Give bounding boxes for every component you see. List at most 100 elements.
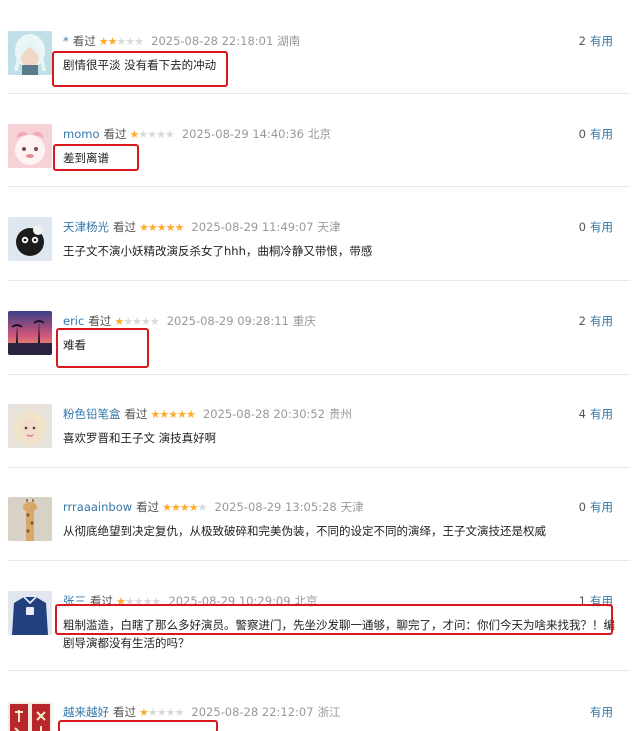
watched-label: 看过 (103, 127, 127, 141)
vote-area: 有用 (586, 702, 613, 722)
giraffe-avatar[interactable] (8, 497, 52, 541)
black-cat-avatar[interactable] (8, 217, 52, 261)
comment-location: 北京 (308, 127, 331, 141)
comment-text: 从彻底绝望到决定复仇，从极致破碎和完美伪装，不同的设定不同的演绎，王子文演技还是… (63, 524, 546, 538)
comment-item: 粉色铅笔盒 看过 ★★★★★ 2025-08-28 20:30:52 贵州 4 … (0, 404, 640, 468)
star-icon: ★ (179, 500, 190, 514)
comment-location: 天津 (317, 220, 341, 234)
star-icon: ★ (139, 220, 149, 234)
rating-stars: ★★★★★ (114, 314, 160, 328)
star-icon: ★ (156, 705, 167, 719)
star-icon: ★ (114, 314, 124, 328)
star-icon: ★ (188, 500, 199, 514)
vote-area: 4 有用 (579, 404, 613, 424)
comment-item: rrraaainbow 看过 ★★★★★ 2025-08-29 13:05:28… (0, 497, 640, 561)
comment-location: 贵州 (329, 407, 353, 421)
comment-location: 湖南 (277, 34, 301, 48)
comment-location: 天津 (340, 500, 364, 514)
star-icon: ★ (159, 407, 169, 421)
blonde-girl-avatar[interactable] (8, 404, 52, 448)
comment-meta: momo 看过 ★★★★★ 2025-08-29 14:40:36 北京 (63, 124, 331, 144)
useful-button[interactable]: 有用 (590, 126, 613, 142)
watched-label: 看过 (113, 220, 136, 234)
star-icon: ★ (98, 34, 109, 48)
comment-time: 2025-08-28 22:18:01 (151, 34, 274, 48)
comment-text: 喜欢罗晋和王子文 演技真好啊 (63, 431, 217, 445)
vote-area: 0 有用 (579, 124, 613, 144)
vote-count: 2 (578, 34, 586, 48)
vote-count: 2 (578, 314, 586, 328)
vote-count: 0 (578, 500, 586, 514)
useful-button[interactable]: 有用 (590, 499, 613, 515)
comment-time: 2025-08-29 13:05:28 (214, 500, 337, 514)
comment-time: 2025-08-28 20:30:52 (202, 407, 326, 421)
rating-stars: ★★★★★ (151, 407, 196, 421)
vote-count: 0 (578, 220, 586, 234)
star-icon: ★ (165, 705, 176, 719)
star-icon: ★ (147, 220, 158, 234)
comment-time: 2025-08-28 22:12:07 (191, 705, 314, 719)
useful-button[interactable]: 有用 (590, 704, 613, 720)
star-icon: ★ (132, 314, 142, 328)
username-link[interactable]: eric (63, 314, 84, 328)
vote-area: 0 有用 (579, 497, 613, 517)
comment-item: 张三 看过 ★★★★★ 2025-08-29 10:29:09 北京 1 有用 … (0, 591, 640, 671)
highlight-box (56, 328, 149, 368)
star-icon: ★ (125, 34, 135, 48)
comment-meta: rrraaainbow 看过 ★★★★★ 2025-08-29 13:05:28… (63, 497, 364, 517)
star-icon: ★ (149, 314, 160, 328)
comment-list: * 看过 ★★★★★ 2025-08-28 22:18:01 湖南 2 有用 剧… (0, 0, 640, 731)
username-link[interactable]: 天津杨光 (63, 219, 109, 235)
username-link[interactable]: * (63, 34, 69, 48)
rating-stars: ★★★★★ (162, 500, 208, 514)
star-icon: ★ (162, 500, 172, 514)
star-icon: ★ (156, 127, 166, 141)
red-calligraphy-avatar[interactable] (8, 702, 52, 731)
star-icon: ★ (197, 500, 208, 514)
star-icon: ★ (164, 127, 175, 141)
useful-button[interactable]: 有用 (590, 219, 613, 235)
vote-count: 0 (578, 127, 586, 141)
star-icon: ★ (140, 314, 151, 328)
useful-button[interactable]: 有用 (590, 313, 613, 329)
comment-item: momo 看过 ★★★★★ 2025-08-29 14:40:36 北京 0 有… (0, 124, 640, 187)
star-icon: ★ (123, 314, 133, 328)
star-icon: ★ (107, 34, 118, 48)
comment-meta: * 看过 ★★★★★ 2025-08-28 22:18:01 湖南 (63, 31, 300, 51)
star-icon: ★ (168, 407, 178, 421)
watched-label: 看过 (124, 407, 148, 421)
comment-meta: 越来越好 看过 ★★★★★ 2025-08-28 22:12:07 浙江 (63, 702, 341, 722)
comment-text: 差到离谱 (63, 151, 109, 165)
white-hair-girl-avatar[interactable] (8, 31, 52, 75)
highlight-box (53, 144, 139, 171)
pink-cartoon-avatar[interactable] (8, 124, 52, 168)
star-icon: ★ (165, 220, 176, 234)
username-link[interactable]: 越来越好 (63, 704, 109, 720)
star-icon: ★ (186, 407, 196, 421)
rating-stars: ★★★★★ (139, 705, 185, 719)
star-icon: ★ (177, 407, 187, 421)
useful-button[interactable]: 有用 (590, 406, 613, 422)
comment-time: 2025-08-29 11:49:07 (191, 220, 314, 234)
comment-item: 越来越好 看过 ★★★★★ 2025-08-28 22:12:07 浙江 有用 (0, 702, 640, 731)
sunset-avatar[interactable] (8, 311, 52, 355)
useful-button[interactable]: 有用 (590, 33, 613, 49)
blue-shirt-avatar[interactable] (8, 591, 52, 635)
comment-text: 王子文不演小妖精改演反杀女了hhh，曲桐冷静又带恨，带感 (63, 244, 373, 258)
star-icon: ★ (174, 705, 185, 719)
star-icon: ★ (174, 220, 185, 234)
comment-meta: 天津杨光 看过 ★★★★★ 2025-08-29 11:49:07 天津 (63, 217, 341, 237)
comment-time: 2025-08-29 14:40:36 (181, 127, 304, 141)
watched-label: 看过 (136, 500, 160, 514)
comment-meta: 粉色铅笔盒 看过 ★★★★★ 2025-08-28 20:30:52 贵州 (63, 404, 352, 424)
watched-label: 看过 (113, 705, 136, 719)
watched-label: 看过 (88, 314, 112, 328)
username-link[interactable]: momo (63, 127, 99, 141)
rating-stars: ★★★★★ (129, 127, 175, 141)
username-link[interactable]: rrraaainbow (63, 500, 132, 514)
comment-item: eric 看过 ★★★★★ 2025-08-29 09:28:11 重庆 2 有… (0, 311, 640, 375)
comment-item: 天津杨光 看过 ★★★★★ 2025-08-29 11:49:07 天津 0 有… (0, 217, 640, 281)
comment-location: 重庆 (292, 314, 316, 328)
highlight-box (55, 604, 613, 635)
username-link[interactable]: 粉色铅笔盒 (63, 406, 121, 422)
